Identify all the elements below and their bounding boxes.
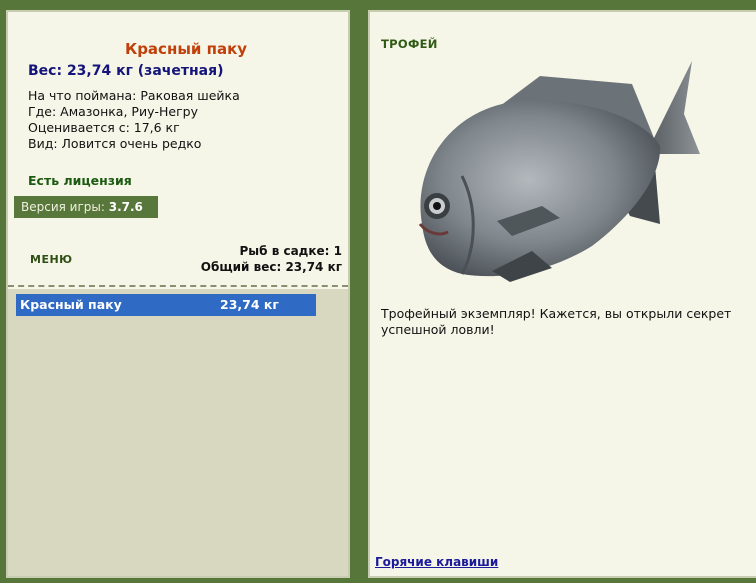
catch-list-item[interactable]: Красный паку 23,74 кг	[16, 294, 316, 316]
fish-count: Рыб в садке: 1	[239, 244, 343, 258]
kind-info: Вид: Ловится очень редко	[28, 136, 202, 151]
fish-body	[420, 100, 661, 277]
fish-tail	[654, 61, 700, 154]
catch-list: Красный паку 23,74 кг	[8, 289, 348, 576]
trophy-panel: ТРОФЕЙ Трофейный экземпляр! Кажется, вы …	[368, 10, 756, 578]
fish-title: Красный паку	[124, 40, 248, 58]
trophy-description: Трофейный экземпляр! Кажется, вы открыли…	[381, 306, 732, 337]
version-label: Версия игры:	[21, 200, 105, 214]
catch-item-weight: 23,74 кг	[220, 297, 279, 312]
menu-button[interactable]: МЕНЮ	[30, 253, 73, 266]
game-version: Версия игры: 3.7.6	[14, 196, 158, 218]
fish-weight: Вес: 23,74 кг (зачетная)	[28, 63, 224, 79]
version-value: 3.7.6	[108, 200, 143, 214]
divider	[8, 285, 348, 287]
location-info: Где: Амазонка, Риу-Негру	[28, 104, 198, 119]
hotkeys-link[interactable]: Горячие клавиши	[375, 555, 498, 569]
game-window: Красный паку Вес: 23,74 кг (зачетная) На…	[0, 0, 756, 583]
catch-info-panel: Красный паку Вес: 23,74 кг (зачетная) На…	[6, 10, 350, 578]
total-weight: Общий вес: 23,74 кг	[200, 260, 342, 274]
fish-image	[418, 61, 700, 282]
keepnet-stats: Рыб в садке: 1 Общий вес: 23,74 кг	[201, 243, 342, 275]
catch-item-name: Красный паку	[20, 297, 122, 312]
bait-info: На что поймана: Раковая шейка	[28, 88, 240, 103]
license-status: Есть лицензия	[28, 173, 132, 188]
valued-from-info: Оценивается с: 17,6 кг	[28, 120, 180, 135]
